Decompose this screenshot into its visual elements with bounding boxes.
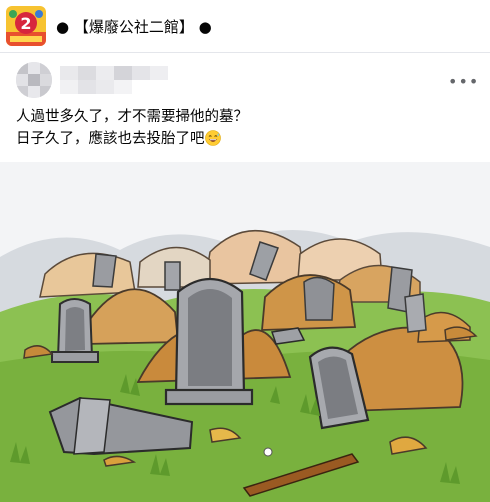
author-name[interactable]: [60, 66, 180, 94]
group-name-bullet-right: ●: [198, 18, 212, 36]
post-text-line-2-wrap: 日子久了，應該也去投胎了吧: [16, 128, 248, 153]
post-text: 人過世多久了，才不需要掃他的墓？ 日子久了，應該也去投胎了吧: [16, 106, 248, 153]
group-name-bullet-left: ●: [56, 18, 70, 36]
more-options-button[interactable]: •••: [448, 72, 478, 92]
group-name[interactable]: ● 【爆廢公社二館】 ●: [56, 16, 212, 37]
post-card: 2 ● 【爆廢公社二館】 ● ••• 人過世多久了，才不需要掃他的墓？ 日子久了…: [0, 0, 490, 502]
group-name-text: 【爆廢公社二館】: [73, 18, 194, 36]
grinning-sweat-emoji-icon: [204, 130, 221, 153]
post-text-line-2: 日子久了，應該也去投胎了吧: [16, 131, 205, 147]
group-header: 2 ● 【爆廢公社二館】 ●: [0, 0, 490, 53]
cartoon-graveyard-illustration[interactable]: [0, 162, 490, 502]
blurred-avatar-icon[interactable]: [16, 62, 52, 98]
group-logo-icon[interactable]: 2: [6, 6, 46, 46]
author-row: •••: [0, 58, 490, 100]
post-text-line-1: 人過世多久了，才不需要掃他的墓？: [16, 109, 248, 125]
svg-text:2: 2: [20, 14, 31, 33]
